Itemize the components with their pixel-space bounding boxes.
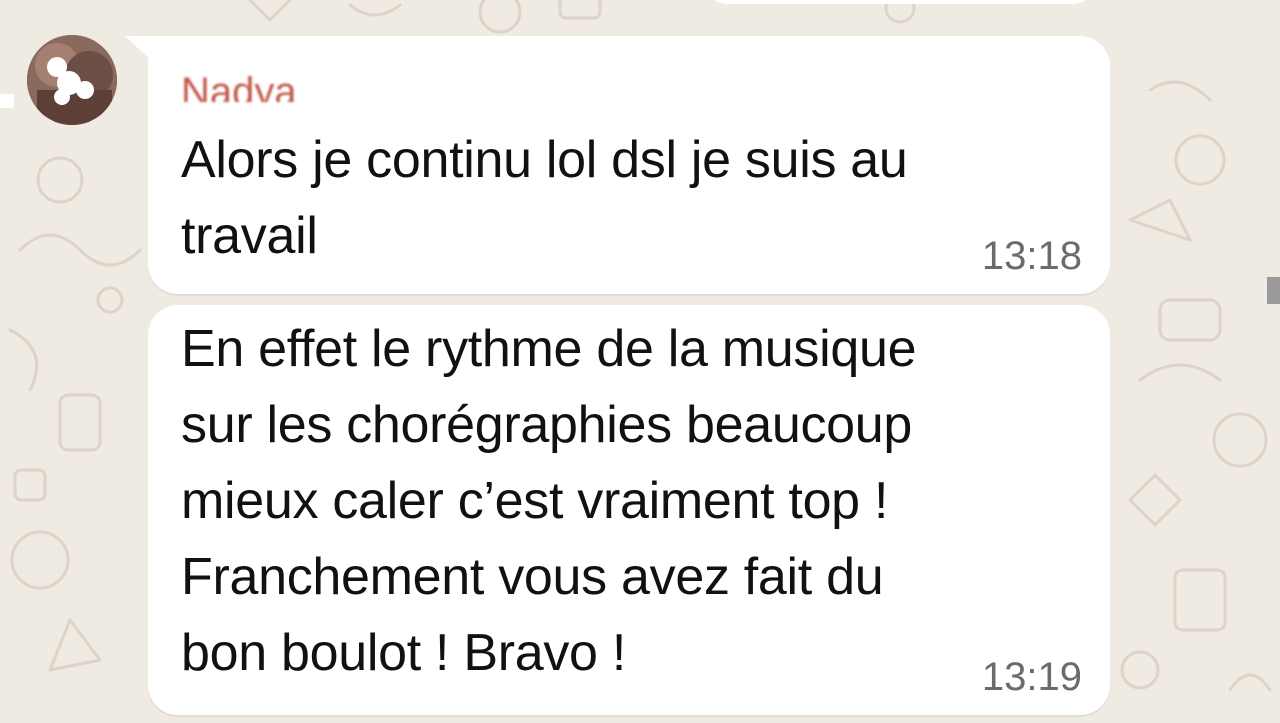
sender-name[interactable]: Nadya	[181, 54, 381, 102]
sender-avatar[interactable]	[27, 35, 117, 125]
scrollbar-thumb[interactable]	[1267, 277, 1280, 304]
message-timestamp: 13:19	[981, 655, 1082, 699]
message-timestamp: 13:18	[981, 234, 1082, 278]
message-text: En effet le rythme de la musique sur les…	[181, 320, 917, 682]
message-text: Alors je continu lol dsl je suis au trav…	[181, 131, 908, 265]
avatar-icon	[27, 35, 117, 125]
message-bubble[interactable]: En effet le rythme de la musique sur les…	[148, 305, 1110, 715]
selection-indicator	[0, 94, 14, 108]
message-bubble[interactable]: Nadya Alors je continu lol dsl je suis a…	[148, 36, 1110, 294]
previous-message-bubble-edge	[700, 0, 1100, 4]
